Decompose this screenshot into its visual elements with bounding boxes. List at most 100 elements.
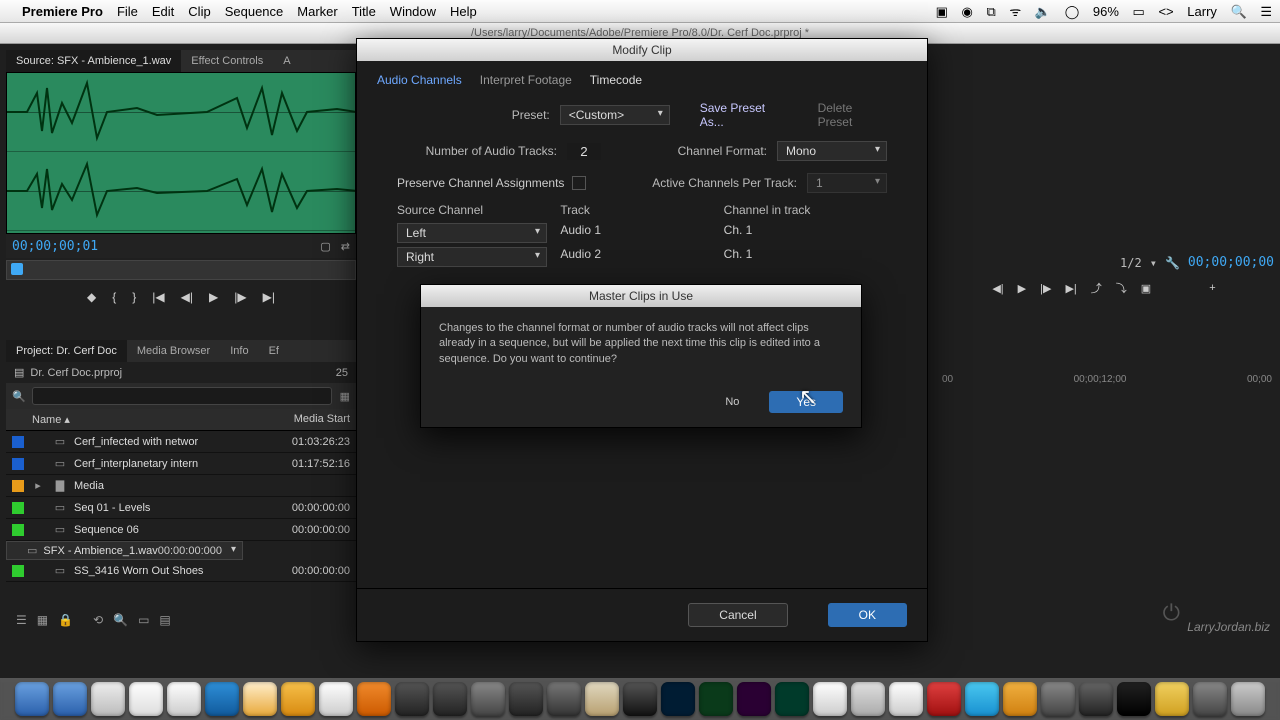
cc-icon[interactable]: ◉ <box>962 4 973 19</box>
dock-compressor-icon[interactable] <box>433 682 467 716</box>
tab-project[interactable]: Project: Dr. Cerf Doc <box>6 340 127 362</box>
tab-info[interactable]: Info <box>220 340 258 362</box>
col-name[interactable]: Name ▴ <box>32 413 270 426</box>
dock-app-icon[interactable] <box>281 682 315 716</box>
no-button[interactable]: No <box>725 396 739 408</box>
dock-photoshop-icon[interactable] <box>661 682 695 716</box>
waveform-display[interactable] <box>6 72 356 234</box>
dock-trash-icon[interactable] <box>1231 682 1265 716</box>
new-bin-icon[interactable]: ▭ <box>138 613 149 627</box>
dock-finder-icon[interactable] <box>15 682 49 716</box>
ok-button[interactable]: OK <box>828 603 907 627</box>
tab-media-browser[interactable]: Media Browser <box>127 340 220 362</box>
program-timecode[interactable]: 00;00;00;00 <box>1188 255 1274 270</box>
src-ch-select-0[interactable]: Left <box>397 223 547 243</box>
goto-in-icon[interactable]: |◀ <box>152 290 164 304</box>
dock-audition-icon[interactable] <box>775 682 809 716</box>
dock-motion-icon[interactable] <box>471 682 505 716</box>
yes-button[interactable]: Yes <box>769 391 843 413</box>
chevron-down-icon[interactable]: ▾ <box>1150 256 1157 270</box>
dock-pages-icon[interactable] <box>585 682 619 716</box>
tab-audio[interactable]: A <box>273 50 300 72</box>
settings-icon[interactable]: ⇄ <box>341 240 350 253</box>
add-icon[interactable]: + <box>1209 282 1215 294</box>
dock-contacts-icon[interactable] <box>243 682 277 716</box>
dock-app8-icon[interactable] <box>1041 682 1075 716</box>
menu-clip[interactable]: Clip <box>188 4 210 19</box>
wifi-icon[interactable]: ᯤ <box>1009 4 1021 19</box>
menu-edit[interactable]: Edit <box>152 4 174 19</box>
dock-firefox-icon[interactable] <box>357 682 391 716</box>
dock-dreamweaver-icon[interactable] <box>699 682 733 716</box>
sync-icon[interactable]: ◯ <box>1065 4 1080 19</box>
dock-terminal-icon[interactable] <box>509 682 543 716</box>
src-ch-select-1[interactable]: Right <box>397 247 547 267</box>
lift-icon[interactable]: ⤴ <box>1091 280 1102 296</box>
dock-mail-icon[interactable] <box>205 682 239 716</box>
code-icon[interactable]: <> <box>1158 4 1173 19</box>
dock-calendar-icon[interactable] <box>319 682 353 716</box>
save-preset-button[interactable]: Save Preset As... <box>700 101 788 129</box>
marker-icon[interactable]: ◆ <box>87 290 96 304</box>
source-scrubber[interactable] <box>6 260 356 280</box>
preserve-checkbox[interactable] <box>572 176 586 190</box>
dock-monitor-icon[interactable] <box>1117 682 1151 716</box>
menu-file[interactable]: File <box>117 4 138 19</box>
menu-help[interactable]: Help <box>450 4 477 19</box>
dock-app7-icon[interactable] <box>1003 682 1037 716</box>
camera-icon[interactable]: ▣ <box>936 4 948 19</box>
user-name[interactable]: Larry <box>1187 4 1217 19</box>
dock-app6-icon[interactable] <box>889 682 923 716</box>
fit-icon[interactable]: ▢ <box>320 240 330 253</box>
menu-window[interactable]: Window <box>390 4 436 19</box>
list-item[interactable]: ▸▇Media <box>6 475 356 497</box>
menu-title[interactable]: Title <box>352 4 376 19</box>
new-item-icon[interactable]: ▤ <box>159 613 170 627</box>
dock-itunes-icon[interactable] <box>927 682 961 716</box>
wrench-icon[interactable]: 🔧 <box>1165 256 1180 270</box>
play-icon[interactable]: ▶ <box>1018 282 1026 295</box>
play-icon[interactable]: ▶ <box>209 290 218 304</box>
preset-select[interactable]: <Custom> <box>560 105 670 125</box>
auto-icon[interactable]: ⟲ <box>93 613 103 627</box>
playhead-icon[interactable] <box>11 263 23 275</box>
list-item[interactable]: ▭Cerf_infected with networ01:03:26:23 <box>6 431 356 453</box>
channel-format-select[interactable]: Mono <box>777 141 887 161</box>
extract-icon[interactable]: ⤵ <box>1116 280 1127 296</box>
volume-icon[interactable]: 🔈 <box>1035 4 1051 19</box>
spotlight-icon[interactable]: 🔍 <box>1231 4 1247 19</box>
export-frame-icon[interactable]: ▣ <box>1141 282 1151 295</box>
source-timecode[interactable]: 00;00;00;01 <box>12 239 98 254</box>
tab-interpret-footage[interactable]: Interpret Footage <box>480 73 572 87</box>
dock-textedit-icon[interactable] <box>129 682 163 716</box>
step-back-icon[interactable]: ◀| <box>181 290 193 304</box>
list-view-icon[interactable]: ☰ <box>16 613 27 627</box>
dock-premiere-icon[interactable] <box>737 682 771 716</box>
goto-out-icon[interactable]: ▶| <box>263 290 275 304</box>
tab-effects[interactable]: Ef <box>259 340 289 362</box>
program-zoom[interactable]: 1/2 <box>1120 256 1142 270</box>
list-item[interactable]: ▭Cerf_interplanetary intern01:17:52:16 <box>6 453 356 475</box>
icon-view-icon[interactable]: ▦ <box>37 613 48 627</box>
step-back-icon[interactable]: ◀| <box>992 282 1003 295</box>
dock-app5-icon[interactable] <box>851 682 885 716</box>
list-item[interactable]: ▭SS_3416 Worn Out Shoes00:00:00:00 <box>6 560 356 582</box>
find-icon[interactable]: 🔍 <box>113 613 128 627</box>
dock-safari-icon[interactable] <box>91 682 125 716</box>
list-item[interactable]: ▭Sequence 0600:00:00:00 <box>6 519 356 541</box>
tab-effect-controls[interactable]: Effect Controls <box>181 50 273 72</box>
battery-icon[interactable]: ▭ <box>1133 4 1145 19</box>
menu-marker[interactable]: Marker <box>297 4 337 19</box>
lock-icon[interactable]: 🔒 <box>58 613 73 627</box>
list-item[interactable]: ▭SFX - Ambience_1.wav00:00:00:000 <box>6 541 243 560</box>
step-fwd-icon[interactable]: |▶ <box>1040 282 1051 295</box>
dock-preview-icon[interactable] <box>167 682 201 716</box>
dock-fcpx-icon[interactable] <box>395 682 429 716</box>
dock-appstore-icon[interactable] <box>53 682 87 716</box>
out-point-icon[interactable]: } <box>132 290 136 304</box>
dock-skype-icon[interactable] <box>965 682 999 716</box>
step-fwd-icon[interactable]: |▶ <box>234 290 246 304</box>
tab-timecode[interactable]: Timecode <box>590 73 642 87</box>
dock-settings-icon[interactable] <box>1193 682 1227 716</box>
project-search-input[interactable] <box>32 387 332 405</box>
